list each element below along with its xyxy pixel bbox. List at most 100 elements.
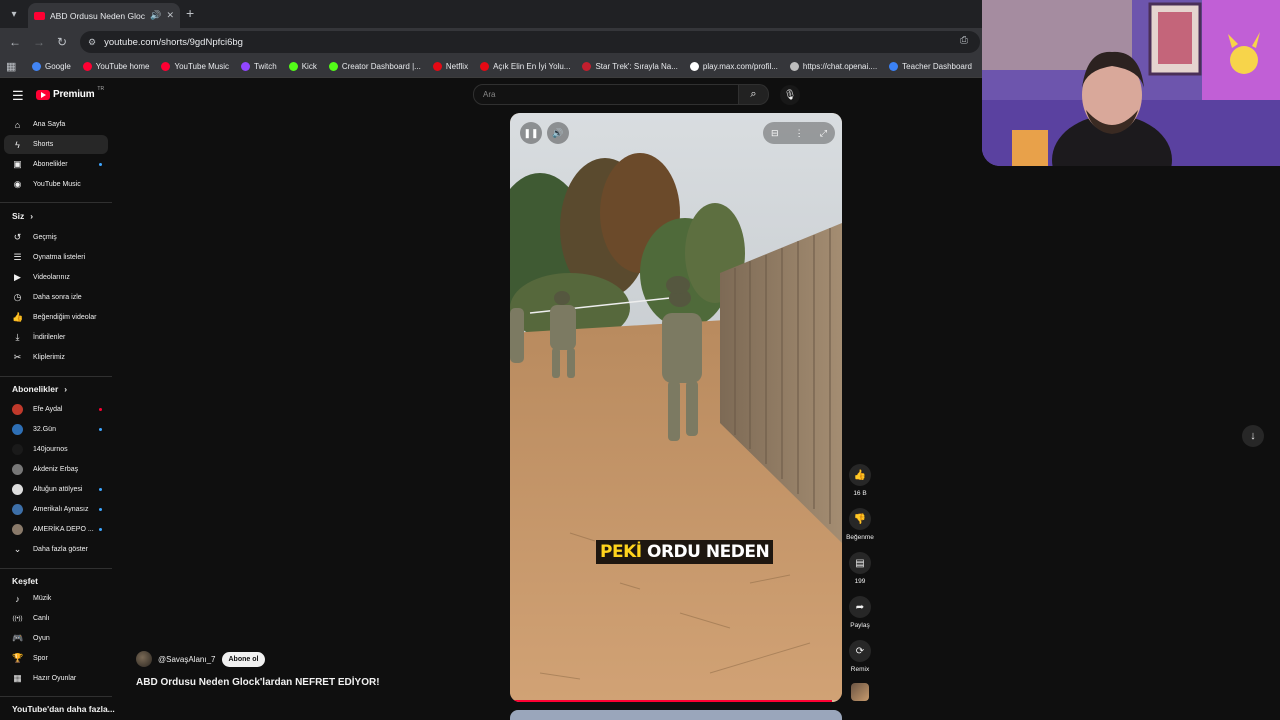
site-info-icon[interactable]: ⚙ (88, 37, 96, 48)
sidebar-item-shorts[interactable]: ϟ Shorts (4, 135, 108, 154)
fullscreen-icon[interactable]: ⤢ (820, 128, 827, 139)
comments-action[interactable]: ▤ 199 (842, 552, 878, 585)
shorts-video-player[interactable]: ❚❚ 🔊 ⊟ ⋮ ⤢ PEKİ ORDU NEDEN (510, 113, 842, 702)
bookmark-item[interactable]: YouTube Music (161, 62, 229, 71)
channel-avatar[interactable] (136, 651, 152, 667)
more-options-icon[interactable]: ⋮ (795, 128, 804, 139)
sidebar-item-watch-later[interactable]: ◷ Daha sonra izle (4, 288, 108, 307)
remix-icon[interactable]: ⟳ (849, 640, 871, 662)
channel-avatar (12, 524, 23, 535)
share-label: Paylaş (850, 622, 870, 629)
bookmark-favicon-icon (82, 62, 92, 71)
sidebar-item-playables[interactable]: ▦ Hazır Oyunlar (4, 669, 108, 688)
captions-icon[interactable]: ⊟ (771, 128, 779, 139)
sidebar-item-subscription[interactable]: Akdeniz Erbaş (4, 460, 108, 479)
bookmark-item[interactable]: play.max.com/profil... (689, 62, 778, 71)
thumbs-up-icon[interactable]: 👍 (849, 464, 871, 486)
like-action[interactable]: 👍 16 B (842, 464, 878, 497)
sidebar-item-label: YouTube Music (33, 181, 81, 188)
section-header-more-from-youtube[interactable]: YouTube'dan daha fazla... (12, 704, 115, 714)
browser-tab-active[interactable]: ABD Ordusu Neden Glock'la 🔊 ✕ (28, 3, 180, 28)
volume-icon[interactable]: 🔊 (547, 122, 569, 144)
watch-later-icon: ◷ (13, 292, 22, 302)
back-arrow-icon[interactable]: ← (6, 33, 24, 51)
sidebar-item-subscription[interactable]: AMERİKA DEPO ... (4, 520, 108, 539)
address-bar[interactable]: ⚙ youtube.com/shorts/9gdNpfci6bg ⎙ (80, 31, 980, 53)
sidebar-item-subscription[interactable]: Altuğun atölyesi (4, 480, 108, 499)
sidebar-item-home[interactable]: ⌂ Ana Sayfa (4, 115, 108, 134)
bookmark-item[interactable]: Creator Dashboard |... (328, 62, 421, 71)
bookmark-item[interactable]: Twitch (241, 62, 277, 71)
live-icon: ((•)) (12, 615, 23, 622)
speaker-icon[interactable]: 🔊 (150, 10, 161, 21)
menu-icon[interactable]: ☰ (12, 88, 24, 104)
new-tab-icon[interactable]: + (186, 5, 194, 21)
thumbs-down-icon[interactable]: 👎 (849, 508, 871, 530)
bookmark-label: YouTube Music (174, 62, 230, 71)
bookmark-item[interactable]: Kick (288, 62, 317, 71)
new-content-dot (99, 508, 102, 511)
bookmark-item[interactable]: YouTube home (82, 62, 149, 71)
sidebar-item-trophy[interactable]: 🏆 Spor (4, 649, 108, 668)
next-video-arrow-icon[interactable]: ↓ (1242, 425, 1264, 447)
sidebar-item-subscription[interactable]: Amerikalı Aynasız (4, 500, 108, 519)
sidebar-item-liked-videos[interactable]: 👍 Beğendiğim videolar (4, 308, 108, 327)
bookmark-item[interactable]: Açık Elin En İyi Yolu... (480, 62, 570, 71)
chevron-right-icon: › (30, 211, 34, 221)
search-box: Ara ⌕ (473, 84, 769, 105)
section-header-subscriptions[interactable]: Abonelikler › (12, 384, 67, 394)
channel-name[interactable]: @SavaşAlanı_7 (158, 655, 216, 664)
sidebar-divider (0, 202, 112, 203)
sidebar-item-subscription[interactable]: 32.Gün (4, 420, 108, 439)
share-action[interactable]: ➦ Paylaş (842, 596, 878, 629)
sidebar-divider (0, 376, 112, 377)
next-short-preview[interactable] (510, 710, 842, 720)
bookmark-item[interactable]: Teacher Dashboard (889, 62, 972, 71)
bookmark-item[interactable]: Star Trek': Sırayla Na... (582, 62, 678, 71)
close-tab-icon[interactable]: ✕ (166, 10, 174, 21)
section-header-you[interactable]: Siz › (12, 211, 33, 221)
sidebar-item-label: Ana Sayfa (33, 121, 66, 128)
subscribe-button[interactable]: Abone ol (221, 651, 266, 667)
sidebar-item-your-videos[interactable]: ▶ Videolarınız (4, 268, 108, 287)
sidebar-item-youtube-music[interactable]: ◉ YouTube Music (4, 175, 108, 194)
sidebar-item-gaming[interactable]: 🎮 Oyun (4, 629, 108, 648)
sidebar-item-subscription[interactable]: 140journos (4, 440, 108, 459)
reload-icon[interactable]: ↻ (53, 33, 71, 51)
sidebar-item-playlists[interactable]: ☰ Oynatma listeleri (4, 248, 108, 267)
sidebar-item-show-more[interactable]: ⌄ Daha fazla göster (4, 540, 108, 559)
sidebar-item-music[interactable]: ♪ Müzik (4, 589, 108, 608)
progress-bar[interactable] (510, 700, 842, 702)
sidebar-item-live[interactable]: ((•)) Canlı (4, 609, 108, 628)
video-title[interactable]: ABD Ordusu Neden Glock'lardan NEFRET EDİ… (136, 677, 380, 688)
sidebar-item-subscription[interactable]: Efe Aydal (4, 400, 108, 419)
bookmark-label: Netflix (445, 62, 469, 71)
tab-search-icon[interactable]: ▾ (4, 4, 24, 24)
apps-grid-icon[interactable]: ▦ (6, 60, 20, 73)
sidebar-item-label: Amerikalı Aynasız (33, 506, 89, 513)
section-header-explore[interactable]: Keşfet (12, 576, 38, 586)
sidebar-item-clips[interactable]: ✂ Kliplerimiz (4, 348, 108, 367)
search-icon[interactable]: ⌕ (739, 84, 769, 105)
bookmark-item[interactable]: Google (32, 62, 71, 71)
youtube-logo[interactable]: Premium TR (36, 86, 104, 100)
forward-arrow-icon[interactable]: → (30, 33, 48, 51)
remix-action[interactable]: ⟳ Remix (842, 640, 878, 673)
pause-icon[interactable]: ❚❚ (520, 122, 542, 144)
bookmark-item[interactable]: Netflix (432, 62, 469, 71)
share-icon[interactable]: ➦ (849, 596, 871, 618)
comment-icon[interactable]: ▤ (849, 552, 871, 574)
dislike-action[interactable]: 👎 Beğenme (842, 508, 878, 541)
sidebar-item-subscriptions[interactable]: ▣ Abonelikler (4, 155, 108, 174)
search-input[interactable]: Ara (473, 84, 739, 105)
bookmark-item[interactable]: https://chat.openai.... (789, 62, 877, 71)
sidebar-item-label: Efe Aydal (33, 406, 63, 413)
sidebar-item-downloads[interactable]: ⤓ İndirilenler (4, 328, 108, 347)
install-app-icon[interactable]: ⎙ (960, 35, 968, 46)
sound-thumbnail[interactable] (851, 683, 869, 701)
channel-avatar (12, 504, 23, 515)
sidebar-item-label: Spor (33, 655, 48, 662)
microphone-icon[interactable]: 🎙 (780, 85, 800, 105)
bookmark-favicon-icon (480, 62, 490, 71)
sidebar-item-history[interactable]: ↺ Geçmiş (4, 228, 108, 247)
